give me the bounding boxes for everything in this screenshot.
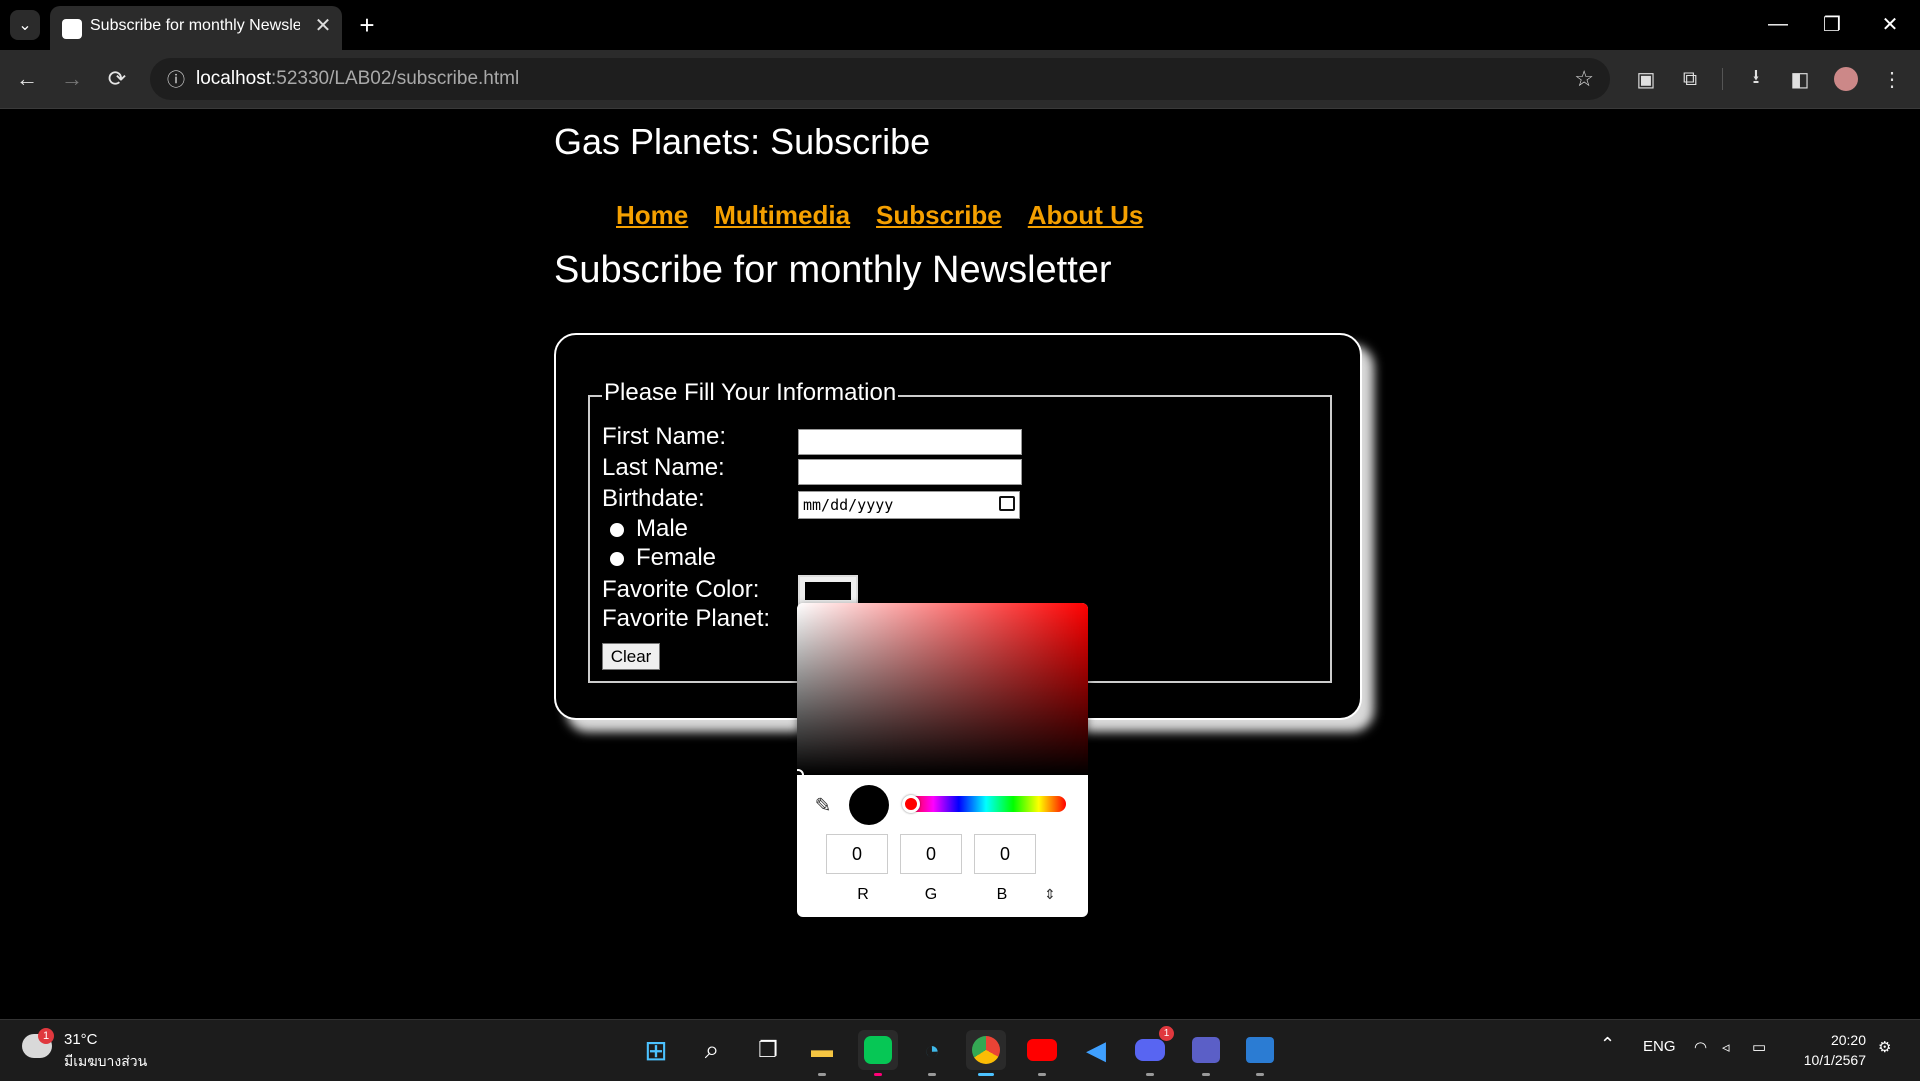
vscode-icon[interactable]: ◀ <box>1076 1030 1116 1070</box>
discord-badge: 1 <box>1159 1026 1174 1041</box>
app-indicator <box>818 1073 826 1076</box>
hue-slider-handle[interactable] <box>902 795 920 813</box>
color-swatch <box>805 582 851 600</box>
birthdate-input[interactable]: mm/dd/yyyy <box>798 491 1020 519</box>
sv-handle[interactable] <box>797 769 804 781</box>
favicon-icon <box>62 19 82 39</box>
browser-titlebar: ⌄ Subscribe for monthly Newsletter ✕ + —… <box>0 0 1920 50</box>
male-radio[interactable] <box>610 523 624 537</box>
chevron-down-icon: ⌄ <box>18 17 32 34</box>
saturation-value-area[interactable] <box>797 603 1088 775</box>
hue-slider[interactable] <box>906 796 1066 812</box>
red-label: R <box>857 886 869 903</box>
notification-icon[interactable]: ⚙ <box>1878 1038 1891 1056</box>
tab-title: Subscribe for monthly Newsletter <box>90 17 300 34</box>
extensions-puzzle-icon[interactable]: ⧉ <box>1674 63 1706 95</box>
discord-icon[interactable]: 1 <box>1130 1026 1174 1076</box>
chrome-icon[interactable] <box>966 1030 1006 1076</box>
bookmark-star-icon[interactable]: ☆ <box>1574 66 1594 92</box>
green-value-input[interactable]: 0 <box>900 834 962 874</box>
favorite-color-label: Favorite Color: <box>602 576 760 603</box>
last-name-input[interactable] <box>798 459 1022 485</box>
format-toggle-icon[interactable]: ⇕ <box>1044 886 1056 903</box>
language-indicator[interactable]: ENG <box>1643 1038 1676 1055</box>
female-label: Female <box>636 544 717 571</box>
first-name-label: First Name: <box>602 423 727 450</box>
nav-about-link[interactable]: About Us <box>1028 200 1144 231</box>
clock[interactable]: 20:20 10/1/2567 <box>1796 1030 1866 1070</box>
side-panel-icon[interactable]: ◧ <box>1784 63 1816 95</box>
first-name-input[interactable] <box>798 429 1022 455</box>
forward-button[interactable]: → <box>55 62 89 96</box>
birthdate-label: Birthdate: <box>602 485 705 512</box>
main-nav: Home Multimedia Subscribe About Us <box>616 200 1143 231</box>
address-bar[interactable]: ⓘ localhost:52330/LAB02/subscribe.html ☆ <box>150 58 1610 100</box>
toolbar-divider <box>1722 68 1723 90</box>
weather-description[interactable]: มีเมฆบางส่วน <box>64 1051 147 1073</box>
download-icon[interactable]: ⭳ <box>1740 63 1772 95</box>
close-window-button[interactable]: ✕ <box>1870 8 1910 40</box>
word-icon[interactable] <box>1240 1030 1280 1076</box>
menu-dots-icon[interactable]: ⋮ <box>1876 63 1908 95</box>
extension-app-icon[interactable]: ▣ <box>1630 63 1662 95</box>
green-label: G <box>924 886 938 903</box>
wifi-icon[interactable]: ◠ <box>1694 1038 1707 1056</box>
app-indicator <box>978 1073 994 1076</box>
back-button[interactable]: ← <box>10 62 44 96</box>
nav-multimedia-link[interactable]: Multimedia <box>714 200 850 231</box>
red-value-input[interactable]: 0 <box>826 834 888 874</box>
page-heading: Subscribe for monthly Newsletter <box>554 249 1112 291</box>
clear-button[interactable]: Clear <box>602 643 660 670</box>
fieldset-legend: Please Fill Your Information <box>602 379 899 407</box>
browser-toolbar: ← → ⟳ ⓘ localhost:52330/LAB02/subscribe.… <box>0 50 1920 109</box>
eyedropper-icon[interactable]: ✎ <box>811 793 835 817</box>
app-indicator <box>1256 1073 1264 1076</box>
edge-icon[interactable]: ◔ <box>912 1030 952 1076</box>
site-info-icon[interactable]: ⓘ <box>164 67 188 91</box>
app-indicator <box>1038 1073 1046 1076</box>
task-view-icon[interactable]: ❐ <box>748 1030 788 1070</box>
male-label: Male <box>636 515 689 542</box>
search-icon[interactable]: ⌕ <box>692 1030 732 1070</box>
weather-badge: 1 <box>38 1028 54 1044</box>
volume-icon[interactable]: ◃ <box>1722 1038 1730 1056</box>
file-explorer-icon[interactable]: ▬ <box>802 1030 842 1076</box>
profile-avatar-icon[interactable] <box>1830 63 1862 95</box>
reload-button[interactable]: ⟳ <box>100 62 134 96</box>
app-indicator <box>928 1073 936 1076</box>
color-picker-popup: ✎ 0 0 0 R G B ⇕ <box>797 603 1088 917</box>
app-indicator <box>1202 1073 1210 1076</box>
last-name-label: Last Name: <box>602 454 725 481</box>
blue-label: B <box>996 886 1008 903</box>
url-text[interactable]: localhost:52330/LAB02/subscribe.html <box>196 68 519 90</box>
birthdate-placeholder: mm/dd/yyyy <box>803 496 894 514</box>
start-icon[interactable]: ⊞ <box>636 1030 676 1070</box>
tab-close-icon[interactable]: ✕ <box>310 12 336 38</box>
teams-icon[interactable] <box>1186 1030 1226 1076</box>
female-radio[interactable] <box>610 552 624 566</box>
tray-overflow-icon[interactable]: ⌃ <box>1600 1034 1615 1055</box>
clock-date: 10/1/2567 <box>1803 1052 1866 1068</box>
app-indicator <box>1146 1073 1154 1076</box>
tab-search-button[interactable]: ⌄ <box>10 10 40 40</box>
temperature[interactable]: 31°C <box>64 1031 98 1048</box>
favorite-planet-label: Favorite Planet: <box>602 605 771 632</box>
app-indicator <box>874 1073 882 1076</box>
battery-icon[interactable]: ▭ <box>1752 1038 1766 1056</box>
site-title: Gas Planets: Subscribe <box>554 121 931 162</box>
clock-time: 20:20 <box>1830 1032 1866 1048</box>
youtube-icon[interactable] <box>1022 1030 1062 1076</box>
current-color-swatch <box>849 785 889 825</box>
blue-value-input[interactable]: 0 <box>974 834 1036 874</box>
line-icon[interactable] <box>858 1030 898 1076</box>
new-tab-button[interactable]: + <box>352 10 382 40</box>
nav-subscribe-link[interactable]: Subscribe <box>876 200 1002 231</box>
nav-home-link[interactable]: Home <box>616 200 688 231</box>
taskbar: 1 31°C มีเมฆบางส่วน ⊞ ⌕ ❐ ▬ ◔ ◀ 1 ⌃ ENG … <box>0 1019 1920 1081</box>
minimize-button[interactable]: — <box>1758 8 1798 40</box>
calendar-icon[interactable] <box>999 496 1015 511</box>
restore-button[interactable]: ❐ <box>1812 8 1852 40</box>
active-tab[interactable]: Subscribe for monthly Newsletter ✕ <box>50 6 342 50</box>
